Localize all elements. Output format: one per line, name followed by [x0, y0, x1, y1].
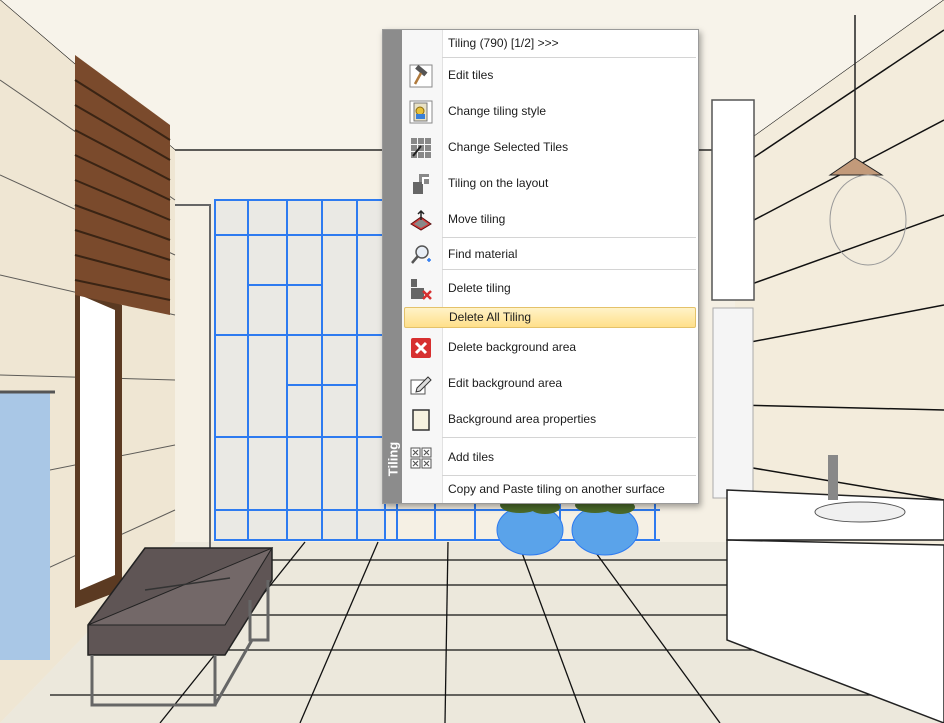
menu-item-label: Copy and Paste tiling on another surface — [448, 482, 665, 496]
menu-item-tiling-on-layout[interactable]: Tiling on the layout — [402, 168, 696, 198]
menu-item-label: Move tiling — [448, 212, 506, 226]
hammer-icon — [409, 64, 433, 88]
menu-item-label: Background area properties — [448, 412, 597, 426]
tiling-context-menu[interactable]: Tiling Tiling (790) [1/2] >>> Edit tiles… — [382, 29, 699, 504]
tiling-style-icon — [409, 100, 433, 124]
menu-item-label: Add tiles — [448, 450, 495, 464]
menu-item-label: Delete tiling — [448, 281, 511, 295]
menu-item-delete-all-tiling[interactable]: Delete All Tiling — [404, 307, 696, 328]
menu-item-label: Change Selected Tiles — [448, 140, 569, 154]
menu-item-label: Edit background area — [448, 376, 563, 390]
menu-separator — [442, 269, 696, 270]
left-window-glass — [80, 295, 115, 590]
pencil-area-icon — [410, 376, 432, 395]
menu-item-change-selected-tiles[interactable]: Change Selected Tiles — [402, 132, 696, 162]
menu-item-add-tiles[interactable]: Add tiles — [402, 442, 696, 472]
wall-mirror — [711, 99, 755, 301]
layout-tiling-icon — [413, 174, 429, 194]
menu-separator — [442, 57, 696, 58]
menu-header-label: Tiling (790) [1/2] >>> — [448, 36, 559, 50]
delete-tiling-icon — [411, 279, 432, 300]
magnifier-icon — [411, 245, 431, 264]
menu-item-label: Delete background area — [448, 340, 577, 354]
menu-item-edit-background-area[interactable]: Edit background area — [402, 368, 696, 398]
menu-item-change-tiling-style[interactable]: Change tiling style — [402, 96, 696, 126]
menu-separator — [442, 237, 696, 238]
menu-item-copy-paste-tiling[interactable]: Copy and Paste tiling on another surface — [402, 474, 696, 504]
sink-basin — [814, 501, 906, 523]
menu-item-label: Edit tiles — [448, 68, 494, 82]
faucet — [828, 455, 838, 500]
left-towel — [0, 392, 50, 660]
red-x-icon — [411, 338, 431, 358]
menu-item-delete-background-area[interactable]: Delete background area — [402, 332, 696, 362]
selected-tiles-icon — [411, 138, 431, 158]
menu-item-label: Change tiling style — [448, 104, 547, 118]
menu-item-find-material[interactable]: Find material — [402, 239, 696, 269]
menu-item-background-area-properties[interactable]: Background area properties — [402, 404, 696, 434]
menu-separator — [442, 437, 696, 438]
add-tiles-icon — [410, 447, 432, 469]
menu-item-move-tiling[interactable]: Move tiling — [402, 204, 696, 234]
menu-item-label: Tiling on the layout — [448, 176, 549, 190]
right-towel — [712, 307, 754, 499]
properties-icon — [412, 409, 430, 431]
menu-item-label: Delete All Tiling — [449, 310, 532, 324]
menu-item-delete-tiling[interactable]: Delete tiling — [402, 273, 696, 303]
menu-item-edit-tiles[interactable]: Edit tiles — [402, 60, 696, 90]
menu-item-label: Find material — [448, 247, 518, 261]
menu-sidebar: Tiling — [383, 30, 402, 503]
move-tiling-icon — [410, 209, 432, 231]
menu-header-next-page[interactable]: Tiling (790) [1/2] >>> — [402, 30, 696, 57]
menu-sidebar-label: Tiling — [385, 441, 400, 477]
